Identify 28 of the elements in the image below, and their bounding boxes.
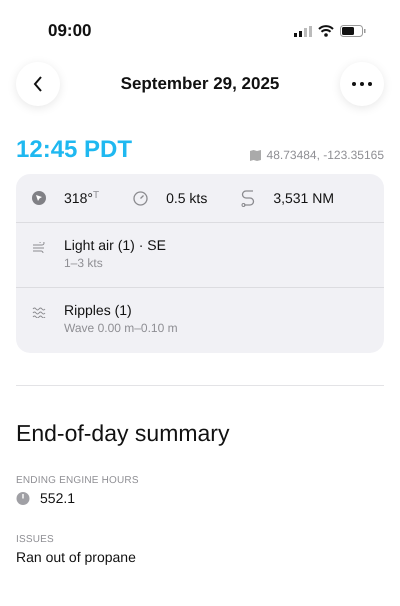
field-label: ENDING ENGINE HOURS: [16, 475, 140, 486]
stopwatch-icon: [16, 491, 30, 505]
page-title: September 29, 2025: [120, 74, 280, 94]
stat-value: 3,531 NM: [273, 190, 334, 206]
route-icon: [241, 189, 256, 207]
wind-icon: [32, 242, 46, 253]
waves-icon: [32, 307, 46, 318]
back-button[interactable]: [16, 62, 60, 106]
chevron-left-icon: [33, 75, 43, 93]
condition-detail: Wave 0.00 m–0.10 m: [64, 321, 178, 335]
wifi-icon: [318, 25, 334, 37]
ellipsis-icon: [352, 82, 372, 86]
speedometer-icon: [133, 190, 148, 206]
map-icon: [250, 150, 261, 160]
condition-title: Ripples (1): [64, 302, 133, 318]
coordinates: 48.73484, -123.35165: [266, 148, 384, 162]
battery-icon: [340, 25, 366, 37]
field-value: 552.1: [40, 490, 76, 506]
field-value: Ran out of propane: [16, 549, 136, 565]
more-button[interactable]: [340, 62, 384, 106]
status-time: 09:00: [48, 21, 92, 41]
condition-detail: 1–3 kts: [64, 256, 104, 270]
section-heading: End-of-day summary: [16, 420, 230, 447]
signal-icon: [294, 26, 312, 36]
entry-time: 12:45 PDT: [16, 136, 132, 164]
condition-title: Light air (1) · SE: [64, 237, 166, 253]
stat-value: 0.5 kts: [166, 190, 208, 206]
field-label: ISSUES: [16, 534, 55, 545]
